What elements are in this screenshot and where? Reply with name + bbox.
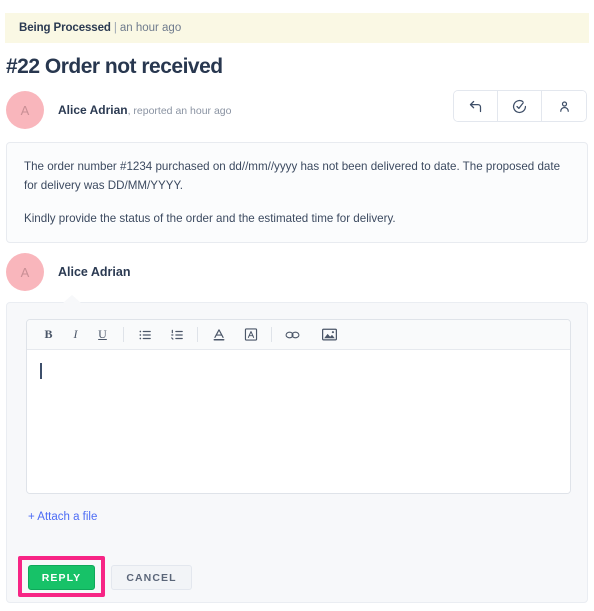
bold-icon[interactable]: B <box>35 323 62 347</box>
status-banner: Being Processed | an hour ago <box>5 13 589 43</box>
ticket-detail-page: Being Processed | an hour ago #22 Order … <box>0 0 594 611</box>
bullet-list-icon[interactable] <box>131 323 158 347</box>
toolbar-divider <box>197 327 198 342</box>
assign-action-button[interactable] <box>542 91 586 121</box>
message-paragraph: Kindly provide the status of the order a… <box>24 212 396 226</box>
page-title: #22 Order not received <box>6 55 223 78</box>
underline-icon[interactable]: U <box>89 323 116 347</box>
composer-pointer-arrow <box>63 295 81 303</box>
highlight-color-icon[interactable] <box>237 323 264 347</box>
reporter-row: A Alice Adrian, reported an hour ago <box>6 90 232 130</box>
italic-icon[interactable]: I <box>62 323 89 347</box>
reply-composer-panel: B I U + Attach a file <box>6 295 588 603</box>
text-color-icon[interactable] <box>205 323 232 347</box>
link-icon[interactable] <box>279 323 306 347</box>
ticket-action-group <box>453 90 587 122</box>
numbered-list-icon[interactable] <box>163 323 190 347</box>
message-paragraph: The order number #1234 purchased on dd//… <box>24 160 561 193</box>
status-timestamp: an hour ago <box>119 22 182 34</box>
editor-toolbar: B I U <box>27 320 570 350</box>
message-body-card: The order number #1234 purchased on dd//… <box>6 142 588 243</box>
status-separator: | <box>113 22 117 34</box>
reply-action-button[interactable] <box>454 91 498 121</box>
attach-file-link[interactable]: + Attach a file <box>28 511 97 523</box>
resolve-action-button[interactable] <box>498 91 542 121</box>
rich-text-editor: B I U <box>26 319 571 494</box>
text-cursor <box>40 363 42 379</box>
reporter-meta: Alice Adrian, reported an hour ago <box>58 103 232 117</box>
responder-row: A Alice Adrian <box>6 252 130 292</box>
avatar: A <box>6 91 44 129</box>
reply-submit-button[interactable]: REPLY <box>28 565 95 590</box>
responder-name: Alice Adrian <box>58 265 131 279</box>
check-circle-icon <box>512 99 527 114</box>
cancel-button[interactable]: CANCEL <box>111 565 192 590</box>
reply-icon <box>468 99 483 114</box>
status-state-label: Being Processed <box>19 22 111 34</box>
reporter-name: Alice Adrian <box>58 103 128 117</box>
toolbar-divider <box>123 327 124 342</box>
image-icon[interactable] <box>316 323 343 347</box>
avatar: A <box>6 253 44 291</box>
reporter-action: , reported an hour ago <box>127 105 232 117</box>
person-icon <box>557 99 572 114</box>
reply-textarea[interactable] <box>27 350 570 493</box>
toolbar-divider <box>271 327 272 342</box>
